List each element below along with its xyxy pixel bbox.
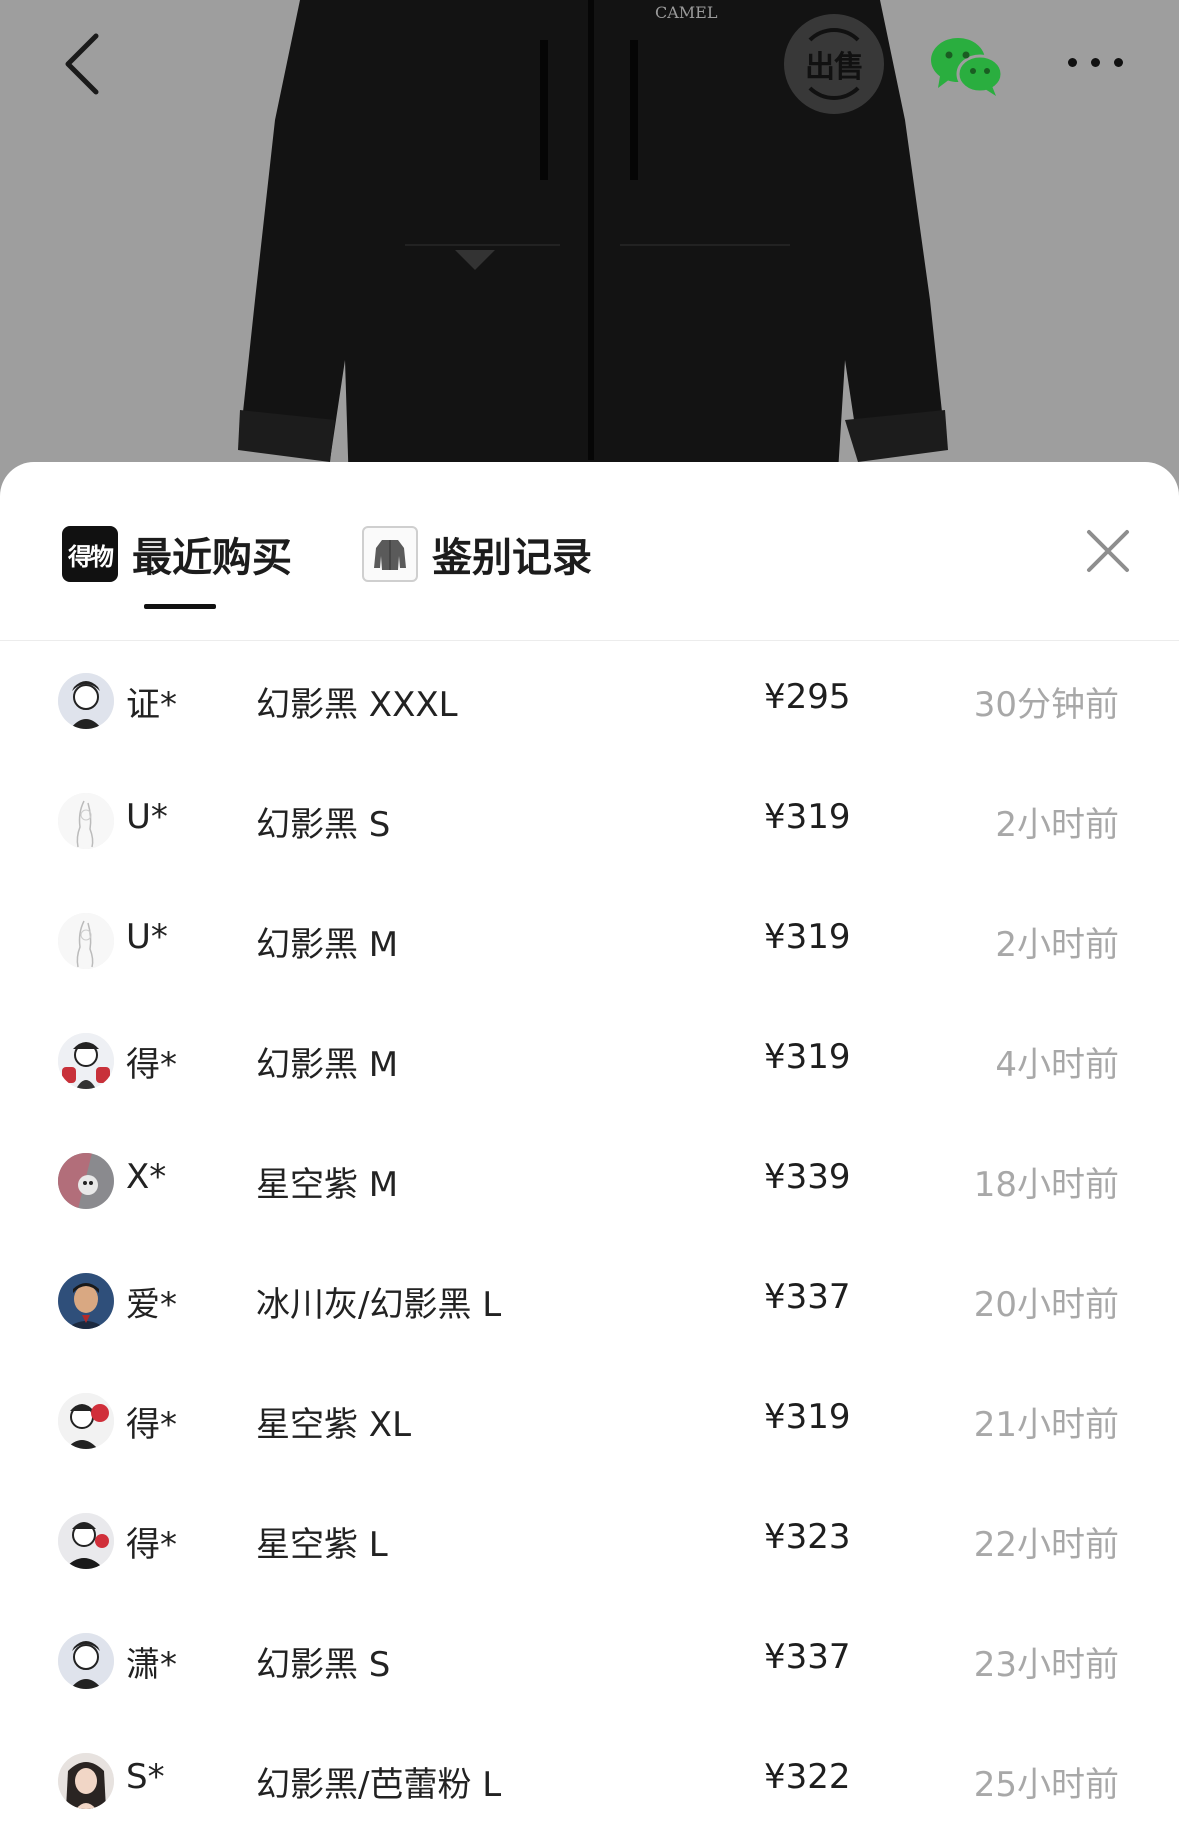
buyer-name: 证* bbox=[126, 685, 177, 725]
close-icon bbox=[1087, 530, 1129, 572]
product-image: CAMEL 出售 bbox=[0, 0, 1179, 520]
purchase-row: 潇* 幻影黑 S ¥337 23小时前 bbox=[0, 1601, 1179, 1721]
wechat-share-button[interactable] bbox=[930, 36, 1004, 98]
price: ¥295 bbox=[764, 677, 851, 717]
price: ¥339 bbox=[764, 1157, 851, 1197]
more-icon bbox=[1068, 52, 1137, 71]
buyer-name: U* bbox=[126, 797, 168, 837]
purchase-time: 4小时前 bbox=[995, 1045, 1119, 1085]
tab-label-auth: 鉴别记录 bbox=[432, 535, 592, 581]
price: ¥323 bbox=[764, 1517, 851, 1557]
purchase-time: 18小时前 bbox=[973, 1165, 1119, 1205]
item-spec: 冰川灰/幻影黑 L bbox=[256, 1285, 502, 1325]
avatar[interactable] bbox=[58, 913, 114, 969]
item-spec: 幻影黑 M bbox=[256, 1045, 399, 1085]
purchase-time: 22小时前 bbox=[973, 1525, 1119, 1565]
price: ¥319 bbox=[764, 797, 851, 837]
avatar[interactable] bbox=[58, 1633, 114, 1689]
price: ¥319 bbox=[764, 1037, 851, 1077]
purchase-row: S* 幻影黑/芭蕾粉 L ¥322 25小时前 bbox=[0, 1721, 1179, 1836]
recent-purchases-sheet: 得物 最近购买 鉴别记录 证* 幻影黑 XXXL ¥295 30分钟前 U* 幻… bbox=[0, 462, 1179, 1836]
buyer-name: S* bbox=[126, 1757, 165, 1797]
item-spec: 幻影黑 XXXL bbox=[256, 685, 458, 725]
purchase-time: 25小时前 bbox=[973, 1765, 1119, 1805]
more-button[interactable] bbox=[1068, 52, 1158, 76]
wechat-icon bbox=[931, 38, 1004, 96]
back-icon bbox=[65, 33, 99, 95]
item-spec: 幻影黑 M bbox=[256, 925, 399, 965]
top-bar: 出售 bbox=[0, 0, 1179, 140]
close-button[interactable] bbox=[1083, 526, 1133, 576]
buyer-name: 潇* bbox=[126, 1645, 177, 1685]
purchase-row: 证* 幻影黑 XXXL ¥295 30分钟前 bbox=[0, 641, 1179, 761]
dewu-logo: 得物 bbox=[62, 526, 118, 582]
purchase-row: 得* 星空紫 L ¥323 22小时前 bbox=[0, 1481, 1179, 1601]
purchase-row: 爱* 冰川灰/幻影黑 L ¥337 20小时前 bbox=[0, 1241, 1179, 1361]
sell-button[interactable]: 出售 bbox=[784, 14, 884, 114]
sell-icon bbox=[798, 28, 870, 100]
item-spec: 星空紫 M bbox=[256, 1165, 399, 1205]
purchase-row: U* 幻影黑 M ¥319 2小时前 bbox=[0, 881, 1179, 1001]
jacket-thumbnail-icon bbox=[374, 540, 406, 570]
purchase-row: U* 幻影黑 S ¥319 2小时前 bbox=[0, 761, 1179, 881]
avatar[interactable] bbox=[58, 1513, 114, 1569]
price: ¥337 bbox=[764, 1637, 851, 1677]
item-spec: 幻影黑 S bbox=[256, 805, 391, 845]
avatar[interactable] bbox=[58, 673, 114, 729]
avatar[interactable] bbox=[58, 1033, 114, 1089]
purchase-list: 证* 幻影黑 XXXL ¥295 30分钟前 U* 幻影黑 S ¥319 2小时… bbox=[0, 641, 1179, 1836]
price: ¥337 bbox=[764, 1277, 851, 1317]
item-spec: 幻影黑 S bbox=[256, 1645, 391, 1685]
item-spec: 星空紫 XL bbox=[256, 1405, 412, 1445]
buyer-name: X* bbox=[126, 1157, 167, 1197]
price: ¥319 bbox=[764, 1397, 851, 1437]
tab-authentication-records[interactable]: 鉴别记录 bbox=[362, 524, 592, 584]
price: ¥322 bbox=[764, 1757, 851, 1797]
item-spec: 幻影黑/芭蕾粉 L bbox=[256, 1765, 502, 1805]
avatar[interactable] bbox=[58, 793, 114, 849]
avatar[interactable] bbox=[58, 1393, 114, 1449]
avatar[interactable] bbox=[58, 1753, 114, 1809]
buyer-name: U* bbox=[126, 917, 168, 957]
active-tab-indicator bbox=[144, 604, 216, 609]
buyer-name: 得* bbox=[126, 1045, 177, 1085]
jacket-thumbnail bbox=[362, 526, 418, 582]
purchase-row: 得* 星空紫 XL ¥319 21小时前 bbox=[0, 1361, 1179, 1481]
purchase-row: 得* 幻影黑 M ¥319 4小时前 bbox=[0, 1001, 1179, 1121]
back-button[interactable] bbox=[56, 28, 116, 98]
price: ¥319 bbox=[764, 917, 851, 957]
buyer-name: 爱* bbox=[126, 1285, 177, 1325]
tab-label-recent: 最近购买 bbox=[132, 535, 292, 581]
page: CAMEL 出售 得物 最近购买 鉴别记录 证* 幻影黑 XXXL ¥295 3… bbox=[0, 0, 1179, 1836]
buyer-name: 得* bbox=[126, 1525, 177, 1565]
purchase-time: 2小时前 bbox=[995, 925, 1119, 965]
purchase-time: 30分钟前 bbox=[973, 685, 1119, 725]
purchase-row: X* 星空紫 M ¥339 18小时前 bbox=[0, 1121, 1179, 1241]
purchase-time: 20小时前 bbox=[973, 1285, 1119, 1325]
avatar[interactable] bbox=[58, 1273, 114, 1329]
buyer-name: 得* bbox=[126, 1405, 177, 1445]
purchase-time: 21小时前 bbox=[973, 1405, 1119, 1445]
purchase-time: 2小时前 bbox=[995, 805, 1119, 845]
purchase-time: 23小时前 bbox=[973, 1645, 1119, 1685]
item-spec: 星空紫 L bbox=[256, 1525, 388, 1565]
tab-recent-purchases[interactable]: 得物 最近购买 bbox=[62, 524, 292, 584]
avatar[interactable] bbox=[58, 1153, 114, 1209]
tab-bar: 得物 最近购买 鉴别记录 bbox=[0, 462, 1179, 640]
